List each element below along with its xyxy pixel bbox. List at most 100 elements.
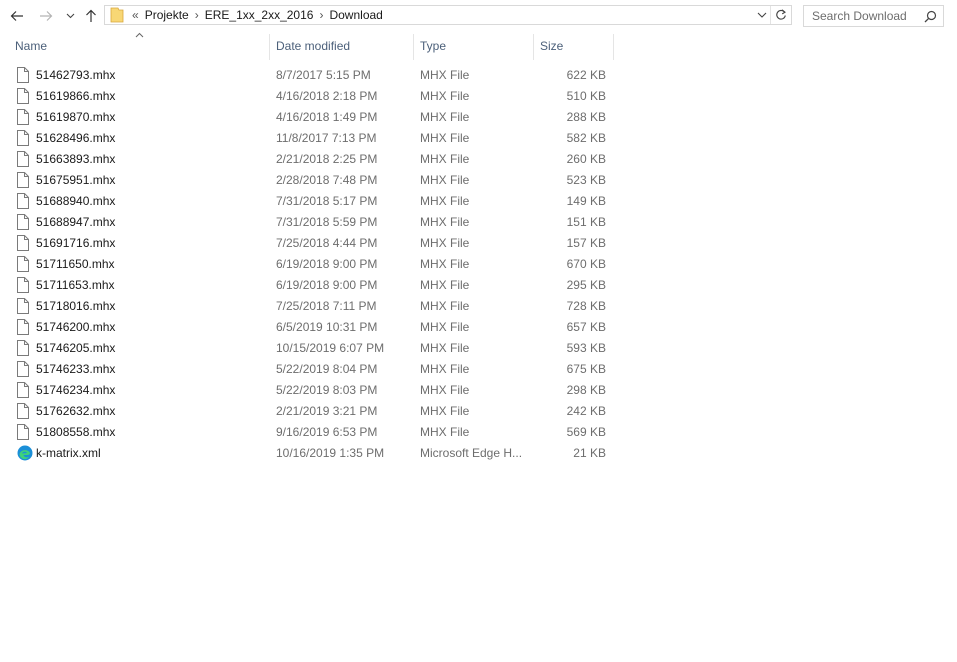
file-name: 51688940.mhx [36, 194, 116, 208]
file-date-modified: 6/19/2018 9:00 PM [276, 257, 378, 271]
file-row[interactable]: 51628496.mhx 11/8/2017 7:13 PM MHX File … [0, 128, 957, 149]
file-name: 51619870.mhx [36, 110, 116, 124]
column-header: Name Date modified Type Size [0, 32, 957, 60]
file-row[interactable]: k-matrix.xml 10/16/2019 1:35 PM Microsof… [0, 443, 957, 464]
file-icon [17, 424, 33, 440]
file-row[interactable]: 51462793.mhx 8/7/2017 5:15 PM MHX File 6… [0, 65, 957, 86]
file-row[interactable]: 51711650.mhx 6/19/2018 9:00 PM MHX File … [0, 254, 957, 275]
file-size: 298 KB [566, 383, 606, 397]
back-button[interactable] [7, 5, 27, 27]
search-icon[interactable] [924, 10, 937, 23]
file-name: 51711650.mhx [36, 257, 115, 271]
file-size: 593 KB [566, 341, 606, 355]
recent-locations-button[interactable] [60, 5, 80, 27]
file-row[interactable]: 51746233.mhx 5/22/2019 8:04 PM MHX File … [0, 359, 957, 380]
file-row[interactable]: 51762632.mhx 2/21/2019 3:21 PM MHX File … [0, 401, 957, 422]
file-date-modified: 4/16/2018 1:49 PM [276, 110, 378, 124]
file-name: 51691716.mhx [36, 236, 116, 250]
file-row[interactable]: 51746200.mhx 6/5/2019 10:31 PM MHX File … [0, 317, 957, 338]
file-name: 51675951.mhx [36, 173, 116, 187]
file-row[interactable]: 51711653.mhx 6/19/2018 9:00 PM MHX File … [0, 275, 957, 296]
file-date-modified: 9/16/2019 6:53 PM [276, 425, 378, 439]
edge-icon [17, 445, 33, 461]
breadcrumb-separator[interactable]: › [195, 8, 199, 22]
file-type: MHX File [420, 215, 470, 229]
file-size: 295 KB [566, 278, 606, 292]
breadcrumb-overflow[interactable]: « [132, 8, 139, 22]
file-row[interactable]: 51619866.mhx 4/16/2018 2:18 PM MHX File … [0, 86, 957, 107]
file-icon [17, 151, 33, 167]
file-name: 51762632.mhx [36, 404, 116, 418]
file-type: MHX File [420, 362, 470, 376]
file-name: 51746200.mhx [36, 320, 116, 334]
file-type: MHX File [420, 173, 470, 187]
address-dropdown-button[interactable] [754, 6, 770, 24]
up-button[interactable] [81, 5, 101, 27]
file-type: MHX File [420, 278, 470, 292]
file-type: MHX File [420, 299, 470, 313]
breadcrumb-ere[interactable]: ERE_1xx_2xx_2016 [205, 8, 314, 22]
file-row[interactable]: 51688940.mhx 7/31/2018 5:17 PM MHX File … [0, 191, 957, 212]
column-divider[interactable] [613, 34, 614, 60]
file-size: 510 KB [566, 89, 606, 103]
file-size: 242 KB [566, 404, 606, 418]
address-bar[interactable]: « Projekte › ERE_1xx_2xx_2016 › Download [104, 5, 792, 25]
file-date-modified: 10/15/2019 6:07 PM [276, 341, 385, 355]
file-size: 670 KB [566, 257, 606, 271]
file-row[interactable]: 51746205.mhx 10/15/2019 6:07 PM MHX File… [0, 338, 957, 359]
breadcrumb-download[interactable]: Download [329, 8, 382, 22]
file-type: MHX File [420, 341, 470, 355]
search-input[interactable] [810, 8, 926, 24]
file-date-modified: 11/8/2017 7:13 PM [276, 131, 377, 145]
file-row[interactable]: 51688947.mhx 7/31/2018 5:59 PM MHX File … [0, 212, 957, 233]
file-row[interactable]: 51675951.mhx 2/28/2018 7:48 PM MHX File … [0, 170, 957, 191]
column-divider[interactable] [413, 34, 414, 60]
file-name: 51628496.mhx [36, 131, 116, 145]
search-box[interactable] [803, 5, 944, 27]
forward-button[interactable] [36, 5, 56, 27]
sort-ascending-icon [135, 32, 144, 38]
file-size: 728 KB [566, 299, 606, 313]
file-size: 657 KB [566, 320, 606, 334]
file-icon [17, 88, 33, 104]
column-header-name[interactable]: Name [15, 34, 47, 60]
file-type: MHX File [420, 404, 470, 418]
file-date-modified: 7/31/2018 5:17 PM [276, 194, 378, 208]
file-icon [17, 172, 33, 188]
refresh-icon [776, 9, 786, 20]
file-type: MHX File [420, 257, 470, 271]
file-name: k-matrix.xml [36, 446, 101, 460]
file-row[interactable]: 51808558.mhx 9/16/2019 6:53 PM MHX File … [0, 422, 957, 443]
file-icon [17, 256, 33, 272]
file-name: 51746205.mhx [36, 341, 116, 355]
file-size: 569 KB [566, 425, 606, 439]
file-type: Microsoft Edge H... [420, 446, 523, 460]
file-name: 51718016.mhx [36, 299, 116, 313]
breadcrumb-projekte[interactable]: Projekte [145, 8, 189, 22]
file-name: 51711653.mhx [36, 278, 115, 292]
file-size: 675 KB [566, 362, 606, 376]
column-divider[interactable] [533, 34, 534, 60]
file-name: 51688947.mhx [36, 215, 116, 229]
file-date-modified: 10/16/2019 1:35 PM [276, 446, 385, 460]
file-type: MHX File [420, 236, 470, 250]
file-type: MHX File [420, 110, 470, 124]
refresh-button[interactable] [770, 6, 791, 24]
column-header-date[interactable]: Date modified [276, 34, 350, 60]
file-type: MHX File [420, 131, 470, 145]
column-divider[interactable] [269, 34, 270, 60]
file-row[interactable]: 51619870.mhx 4/16/2018 1:49 PM MHX File … [0, 107, 957, 128]
file-row[interactable]: 51746234.mhx 5/22/2019 8:03 PM MHX File … [0, 380, 957, 401]
file-row[interactable]: 51718016.mhx 7/25/2018 7:11 PM MHX File … [0, 296, 957, 317]
forward-arrow-icon [40, 11, 53, 21]
file-type: MHX File [420, 68, 470, 82]
file-type: MHX File [420, 383, 470, 397]
file-row[interactable]: 51691716.mhx 7/25/2018 4:44 PM MHX File … [0, 233, 957, 254]
column-header-type[interactable]: Type [420, 34, 446, 60]
file-row[interactable]: 51663893.mhx 2/21/2018 2:25 PM MHX File … [0, 149, 957, 170]
file-size: 582 KB [566, 131, 606, 145]
chevron-down-icon [66, 13, 74, 19]
breadcrumb-separator[interactable]: › [319, 8, 323, 22]
file-date-modified: 7/25/2018 4:44 PM [276, 236, 378, 250]
column-header-size[interactable]: Size [540, 34, 563, 60]
